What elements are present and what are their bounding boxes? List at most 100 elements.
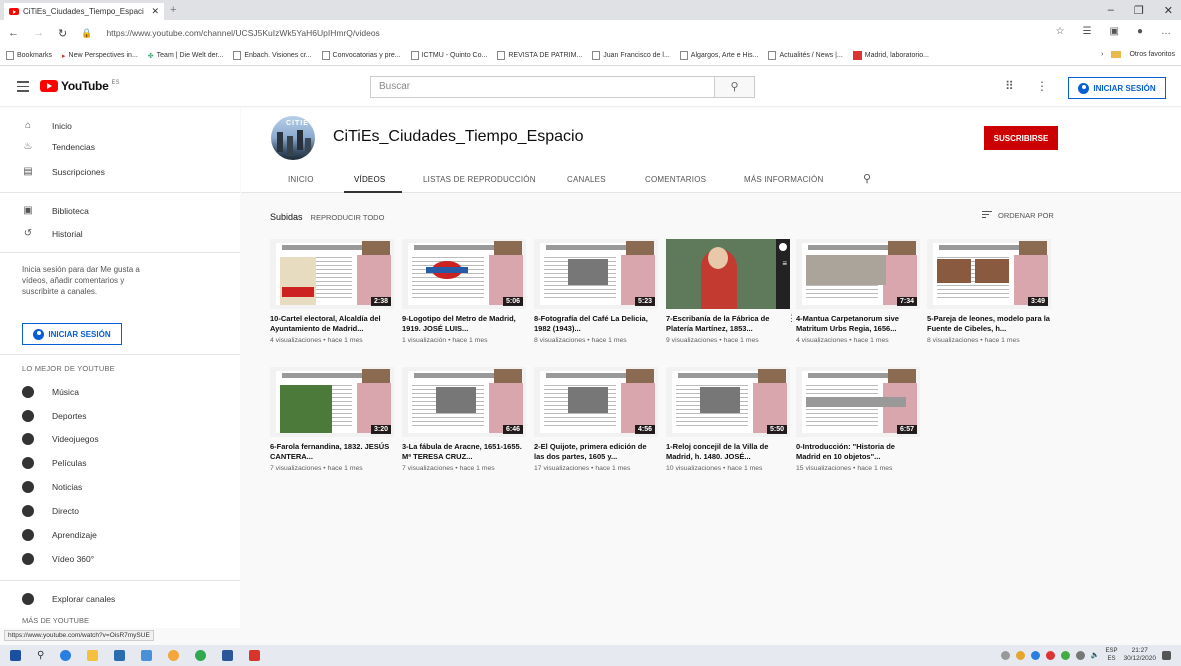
video-card[interactable]: 3:49 5-Pareja de leones, modelo para la F… xyxy=(927,239,1051,344)
notifications-icon[interactable] xyxy=(1162,650,1171,660)
channel-search-icon[interactable]: ⚲ xyxy=(863,172,871,185)
more-icon[interactable]: … xyxy=(1161,26,1171,37)
playlist-add-icon[interactable]: ≡ xyxy=(782,259,787,268)
video-thumbnail[interactable]: 3:20 xyxy=(270,367,394,437)
video-menu-icon[interactable]: ⋮ xyxy=(787,313,796,324)
url-field[interactable]: https://www.youtube.com/channel/UCSJ5KuI… xyxy=(106,28,379,38)
bookmark-item[interactable]: Bookmarks xyxy=(6,51,52,60)
tab-mas-informacion[interactable]: MÁS INFORMACIÓN xyxy=(744,175,823,184)
clock[interactable]: 21:27 30/12/2020 xyxy=(1123,647,1156,663)
acrobat-icon[interactable] xyxy=(249,650,261,661)
language-indicator[interactable]: ESP ES xyxy=(1105,647,1117,663)
word-icon[interactable] xyxy=(222,650,234,661)
bookmark-item[interactable]: REVISTA DE PATRIM... xyxy=(497,51,582,60)
channel-avatar[interactable]: CITIE xyxy=(271,116,315,160)
video-card[interactable]: 6:57 0-Introducción: "Historia de Madrid … xyxy=(796,367,920,472)
sidebar-item-tendencias[interactable]: ♨ Tendencias xyxy=(22,141,96,153)
sidebar-item-historial[interactable]: ↺ Historial xyxy=(22,228,83,240)
video-title[interactable]: 1-Reloj concejil de la Villa de Madrid, … xyxy=(666,442,790,461)
video-title[interactable]: 4-Mantua Carpetanorum sive Matritum Urbs… xyxy=(796,314,920,333)
video-thumbnail[interactable]: 4:56 xyxy=(534,367,658,437)
apps-grid-icon[interactable]: ⠿ xyxy=(1005,79,1014,93)
video-thumbnail[interactable]: 6:46 xyxy=(402,367,526,437)
bookmark-item[interactable]: Convocatorias y pre... xyxy=(321,51,401,60)
volume-icon[interactable]: 🔈 xyxy=(1091,651,1100,659)
play-all-button[interactable]: REPRODUCIR TODO xyxy=(311,213,385,222)
video-title[interactable]: 3-La fábula de Aracne, 1651-1655. Mª TER… xyxy=(402,442,526,461)
youtube-logo[interactable]: YouTube ES xyxy=(40,79,119,93)
bookmark-item[interactable]: ICTMU - Quinto Co... xyxy=(410,51,487,60)
sort-by-button[interactable]: ORDENAR POR xyxy=(982,211,1054,220)
windows-start-icon[interactable] xyxy=(10,650,21,661)
close-tab-icon[interactable]: ✕ xyxy=(151,6,159,17)
bookmark-item[interactable]: Juan Francisco de l... xyxy=(592,51,670,60)
video-card[interactable]: 5:06 9-Logotipo del Metro de Madrid, 1919… xyxy=(402,239,526,344)
video-card[interactable]: 5:50 1-Reloj concejil de la Villa de Madr… xyxy=(666,367,790,472)
tab-videos[interactable]: VÍDEOS xyxy=(354,175,385,184)
sidebar-item-deportes[interactable]: Deportes xyxy=(22,410,87,422)
app-icon[interactable] xyxy=(141,650,153,661)
video-card[interactable]: ≡ 7-Escribanía de la Fábrica de Platería … xyxy=(666,239,796,344)
video-title[interactable]: 9-Logotipo del Metro de Madrid, 1919. JO… xyxy=(402,314,526,333)
refresh-icon[interactable]: ↻ xyxy=(58,27,67,40)
back-icon[interactable]: ← xyxy=(8,27,19,39)
bookmark-item[interactable]: Enbach. Visiones cr... xyxy=(233,51,312,60)
bookmark-item[interactable]: Algargos, Arte e His... xyxy=(679,51,758,60)
tab-inicio[interactable]: INICIO xyxy=(288,175,314,184)
bookmark-item[interactable]: Actualités / News |... xyxy=(768,51,843,60)
profile-icon[interactable]: ● xyxy=(1137,26,1143,37)
forward-icon[interactable]: → xyxy=(33,27,44,39)
sidebar-item-suscripciones[interactable]: ▤ Suscripciones xyxy=(22,166,105,178)
sidebar-item-aprendizaje[interactable]: Aprendizaje xyxy=(22,529,97,541)
video-thumbnail[interactable]: ≡ xyxy=(666,239,790,309)
tab-listas[interactable]: LISTAS DE REPRODUCCIÓN xyxy=(423,175,536,184)
sidebar-item-peliculas[interactable]: Películas xyxy=(22,457,87,469)
firefox-icon[interactable] xyxy=(168,650,180,661)
outlook-icon[interactable] xyxy=(114,650,126,661)
clock-icon[interactable] xyxy=(779,243,787,251)
star-icon[interactable]: ☆ xyxy=(1056,26,1065,37)
maximize-icon[interactable]: ❐ xyxy=(1134,4,1144,17)
video-thumbnail[interactable]: 3:49 xyxy=(927,239,1051,309)
video-card[interactable]: 5:23 8-Fotografía del Café La Delicia, 19… xyxy=(534,239,658,344)
video-title[interactable]: 2-El Quijote, primera edición de las dos… xyxy=(534,442,658,461)
tray-icon[interactable] xyxy=(1015,650,1025,660)
video-title[interactable]: 5-Pareja de leones, modelo para la Fuent… xyxy=(927,314,1051,333)
video-title[interactable]: 8-Fotografía del Café La Delicia, 1982 (… xyxy=(534,314,658,333)
edge-icon[interactable] xyxy=(60,650,72,661)
file-explorer-icon[interactable] xyxy=(87,650,99,661)
sidebar-item-explorar[interactable]: Explorar canales xyxy=(22,593,115,605)
tray-icon[interactable] xyxy=(1060,650,1070,660)
tray-icon[interactable] xyxy=(1045,650,1055,660)
video-thumbnail[interactable]: 2:38 xyxy=(270,239,394,309)
video-card[interactable]: 2:38 10-Cartel electoral, Alcaldía del Ay… xyxy=(270,239,394,344)
signin-button[interactable]: INICIAR SESIÓN xyxy=(1068,77,1166,99)
search-button[interactable]: ⚲ xyxy=(715,76,755,98)
collections-icon[interactable]: ▣ xyxy=(1110,26,1119,37)
favorites-icon[interactable]: ☰ xyxy=(1083,26,1092,37)
tab-comentarios[interactable]: COMENTARIOS xyxy=(645,175,706,184)
search-input[interactable]: Buscar xyxy=(370,76,715,98)
video-title[interactable]: 6-Farola fernandina, 1832. JESÚS CANTERA… xyxy=(270,442,394,461)
video-thumbnail[interactable]: 5:06 xyxy=(402,239,526,309)
bookmark-item[interactable]: Madrid, laboratorio... xyxy=(852,51,929,60)
bookmark-item[interactable]: ▸ New Perspectives in... xyxy=(62,52,138,60)
sidebar-item-biblioteca[interactable]: ▣ Biblioteca xyxy=(22,205,89,217)
video-title[interactable]: 0-Introducción: "Historia de Madrid en 1… xyxy=(796,442,920,461)
video-title[interactable]: 10-Cartel electoral, Alcaldía del Ayunta… xyxy=(270,314,394,333)
settings-dots-icon[interactable]: ⋮ xyxy=(1036,79,1048,93)
video-card[interactable]: 7:34 4-Mantua Carpetanorum sive Matritum … xyxy=(796,239,920,344)
video-thumbnail[interactable]: 5:50 xyxy=(666,367,790,437)
video-card[interactable]: 4:56 2-El Quijote, primera edición de las… xyxy=(534,367,658,472)
subscribe-button[interactable]: SUSCRIBIRSE xyxy=(984,126,1058,150)
tab-canales[interactable]: CANALES xyxy=(567,175,606,184)
video-card[interactable]: 3:20 6-Farola fernandina, 1832. JESÚS CAN… xyxy=(270,367,394,472)
minimize-icon[interactable]: – xyxy=(1108,4,1114,17)
search-icon[interactable]: ⚲ xyxy=(37,650,44,661)
new-tab-icon[interactable]: + xyxy=(170,4,176,16)
sidebar-item-noticias[interactable]: Noticias xyxy=(22,481,82,493)
menu-icon[interactable] xyxy=(17,81,29,95)
sidebar-item-inicio[interactable]: ⌂ Inicio xyxy=(22,120,72,132)
network-icon[interactable] xyxy=(1075,650,1085,660)
browser-tab[interactable]: CiTiEs_Ciudades_Tiempo_Espaci ✕ xyxy=(4,3,164,20)
